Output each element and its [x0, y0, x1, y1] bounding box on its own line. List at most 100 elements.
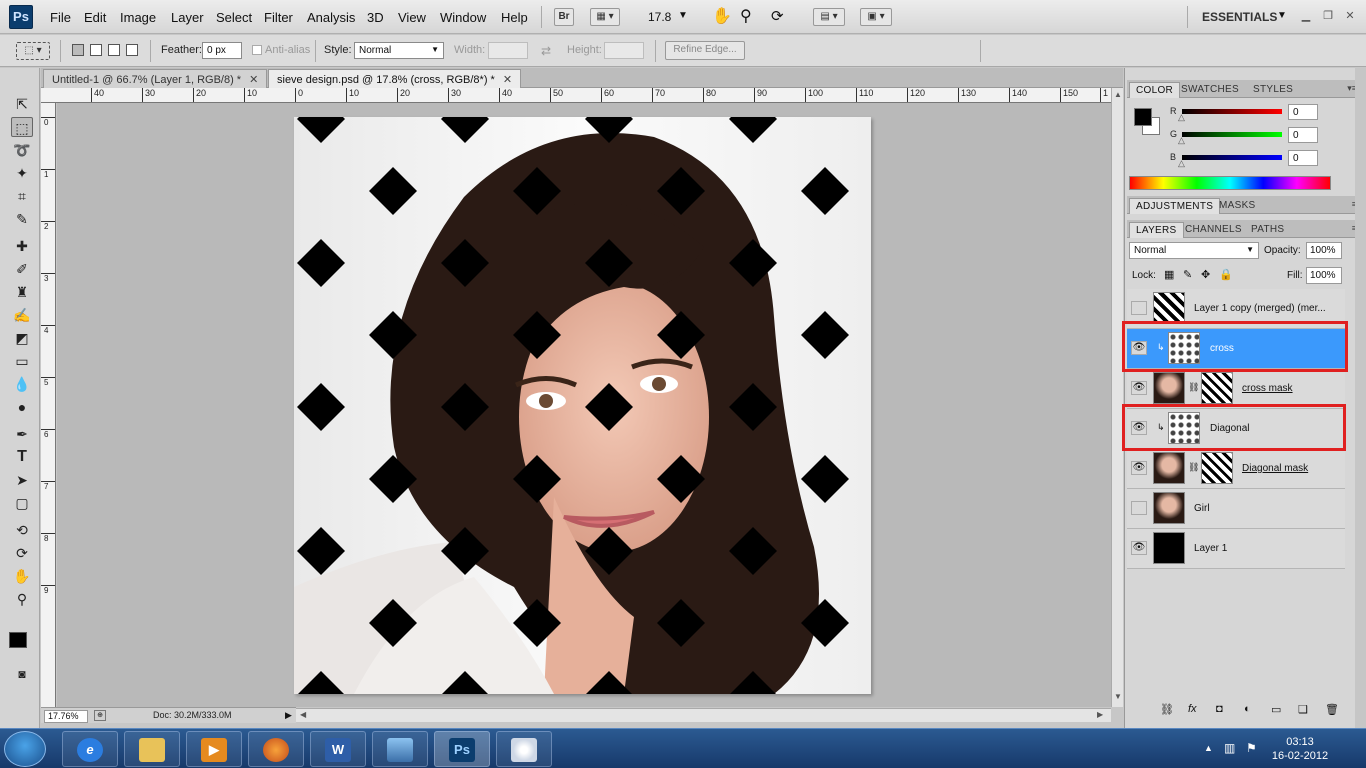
b-value[interactable]: 0 [1288, 150, 1318, 166]
lock-transparency-icon[interactable]: ▦ [1164, 268, 1174, 281]
windows-start-button[interactable] [4, 731, 46, 767]
tab-paths[interactable]: PATHS [1245, 222, 1290, 238]
feather-input[interactable]: 0 px [202, 42, 242, 59]
bridge-button[interactable]: Br [554, 8, 574, 26]
shape-tool-icon[interactable]: ▢ [11, 493, 33, 513]
gradient-tool-icon[interactable]: ▭ [11, 351, 33, 371]
taskbar-explorer[interactable] [124, 731, 180, 767]
status-arrow-icon[interactable]: ▶ [285, 710, 292, 721]
taskbar-paint[interactable] [496, 731, 552, 767]
refine-edge-button[interactable]: Refine Edge... [665, 41, 745, 60]
zoom-tool-icon[interactable]: ⚲ [11, 589, 33, 609]
r-value[interactable]: 0 [1288, 104, 1318, 120]
screen-mode-button[interactable]: ▣ ▾ [860, 8, 892, 26]
taskbar-photoshop[interactable]: Ps [434, 731, 490, 767]
swap-icon[interactable]: ⇄ [541, 44, 551, 58]
taskbar-firefox[interactable] [248, 731, 304, 767]
delete-layer-icon[interactable]: 🗑 [1325, 703, 1339, 716]
visibility-eye-icon[interactable]: 👁 [1131, 381, 1147, 395]
tab-layers[interactable]: LAYERS [1129, 222, 1184, 238]
color-spectrum-ramp[interactable] [1129, 176, 1331, 190]
close-icon[interactable]: ✕ [1342, 9, 1358, 23]
marquee-preset-icon[interactable]: ⬚ ▾ [16, 42, 50, 60]
layer-row[interactable]: 👁 Layer 1 [1127, 529, 1345, 569]
history-brush-tool-icon[interactable]: ✍ [11, 305, 33, 325]
dodge-tool-icon[interactable]: ● [11, 397, 33, 417]
subtract-selection-icon[interactable] [108, 44, 120, 56]
width-input[interactable] [488, 42, 528, 59]
anti-alias-checkbox[interactable] [252, 45, 262, 55]
restore-icon[interactable]: ❐ [1320, 9, 1336, 23]
visibility-eye-icon[interactable] [1131, 301, 1147, 315]
slider-handle-icon[interactable]: △ [1178, 135, 1185, 146]
healing-brush-tool-icon[interactable]: ✚ [11, 236, 33, 256]
quick-mask-icon[interactable]: ◙ [11, 664, 33, 684]
crop-tool-icon[interactable]: ⌗ [11, 186, 33, 206]
intersect-selection-icon[interactable] [126, 44, 138, 56]
tab-styles[interactable]: STYLES [1247, 82, 1299, 98]
type-tool-icon[interactable]: T [11, 447, 33, 467]
new-selection-icon[interactable] [72, 44, 84, 56]
network-icon[interactable]: ▥ [1224, 741, 1235, 755]
tab-color[interactable]: COLOR [1129, 82, 1181, 98]
blend-mode-select[interactable]: Normal ▼ [1129, 242, 1259, 259]
pen-tool-icon[interactable]: ✒ [11, 424, 33, 444]
g-value[interactable]: 0 [1288, 127, 1318, 143]
magic-wand-tool-icon[interactable]: ✦ [11, 163, 33, 183]
new-group-icon[interactable]: ▭ [1271, 703, 1281, 716]
slider-handle-icon[interactable]: △ [1178, 112, 1185, 123]
3d-orbit-tool-icon[interactable]: ⟳ [11, 543, 33, 563]
new-layer-icon[interactable]: ❑ [1298, 703, 1308, 716]
lock-position-icon[interactable]: ✥ [1201, 268, 1210, 281]
layer-row[interactable]: 👁 ⛓ Diagonal mask [1127, 449, 1345, 489]
scroll-right-icon[interactable]: ▶ [1097, 710, 1103, 719]
zoom-field[interactable]: 17.76% [44, 710, 88, 723]
zoom-icon[interactable]: ⚲ [740, 6, 752, 26]
lasso-tool-icon[interactable]: ➰ [11, 140, 33, 160]
menu-3d[interactable]: 3D [367, 10, 384, 25]
arrange-documents-button[interactable]: ▤ ▾ [813, 8, 845, 26]
eyedropper-tool-icon[interactable]: ✎ [11, 209, 33, 229]
close-icon[interactable]: ✕ [249, 74, 258, 86]
slider-handle-icon[interactable]: △ [1178, 158, 1185, 169]
taskbar-photo-viewer[interactable] [372, 731, 428, 767]
menu-window[interactable]: Window [440, 10, 486, 25]
hand-icon[interactable]: ✋ [712, 6, 732, 26]
clone-stamp-tool-icon[interactable]: ♜ [11, 282, 33, 302]
add-mask-icon[interactable]: ◘ [1216, 703, 1223, 715]
foreground-color-swatch[interactable] [9, 632, 27, 648]
visibility-eye-icon[interactable] [1131, 501, 1147, 515]
rotate-view-icon[interactable]: ⟳ [771, 7, 784, 25]
taskbar-media-player[interactable]: ▶ [186, 731, 242, 767]
close-icon[interactable]: ✕ [503, 74, 512, 86]
g-slider[interactable] [1182, 132, 1282, 137]
scroll-left-icon[interactable]: ◀ [300, 710, 306, 719]
document-canvas[interactable] [294, 117, 871, 694]
link-layers-icon[interactable]: ⛓ [1160, 703, 1174, 716]
menu-view[interactable]: View [398, 10, 426, 25]
scroll-up-icon[interactable]: ▲ [1114, 90, 1122, 99]
color-foreground-swatch[interactable] [1134, 108, 1152, 126]
menu-help[interactable]: Help [501, 10, 528, 25]
tab-adjustments[interactable]: ADJUSTMENTS [1129, 198, 1221, 214]
minimize-icon[interactable]: ▁ [1298, 9, 1314, 23]
brush-tool-icon[interactable]: ✐ [11, 259, 33, 279]
3d-rotate-tool-icon[interactable]: ⟲ [11, 520, 33, 540]
opacity-input[interactable]: 100% [1306, 242, 1342, 259]
lock-image-icon[interactable]: ✎ [1183, 268, 1192, 281]
tab-channels[interactable]: CHANNELS [1179, 222, 1248, 238]
scroll-down-icon[interactable]: ▼ [1114, 692, 1122, 701]
eraser-tool-icon[interactable]: ◩ [11, 328, 33, 348]
layer-row[interactable]: 👁 ⛓ cross mask [1127, 369, 1345, 409]
tab-untitled-1[interactable]: Untitled-1 @ 66.7% (Layer 1, RGB/8) * ✕ [43, 69, 268, 88]
panel-scrollbar[interactable] [1355, 68, 1366, 728]
menu-select[interactable]: Select [216, 10, 252, 25]
tab-masks[interactable]: MASKS [1213, 198, 1262, 214]
b-slider[interactable] [1182, 155, 1282, 160]
layer-style-icon[interactable]: fx [1188, 703, 1197, 715]
menu-file[interactable]: File [50, 10, 71, 25]
hand-tool-icon[interactable]: ✋ [11, 566, 33, 586]
move-tool-icon[interactable]: ⇱ [11, 94, 33, 114]
add-selection-icon[interactable] [90, 44, 102, 56]
r-slider[interactable] [1182, 109, 1282, 114]
